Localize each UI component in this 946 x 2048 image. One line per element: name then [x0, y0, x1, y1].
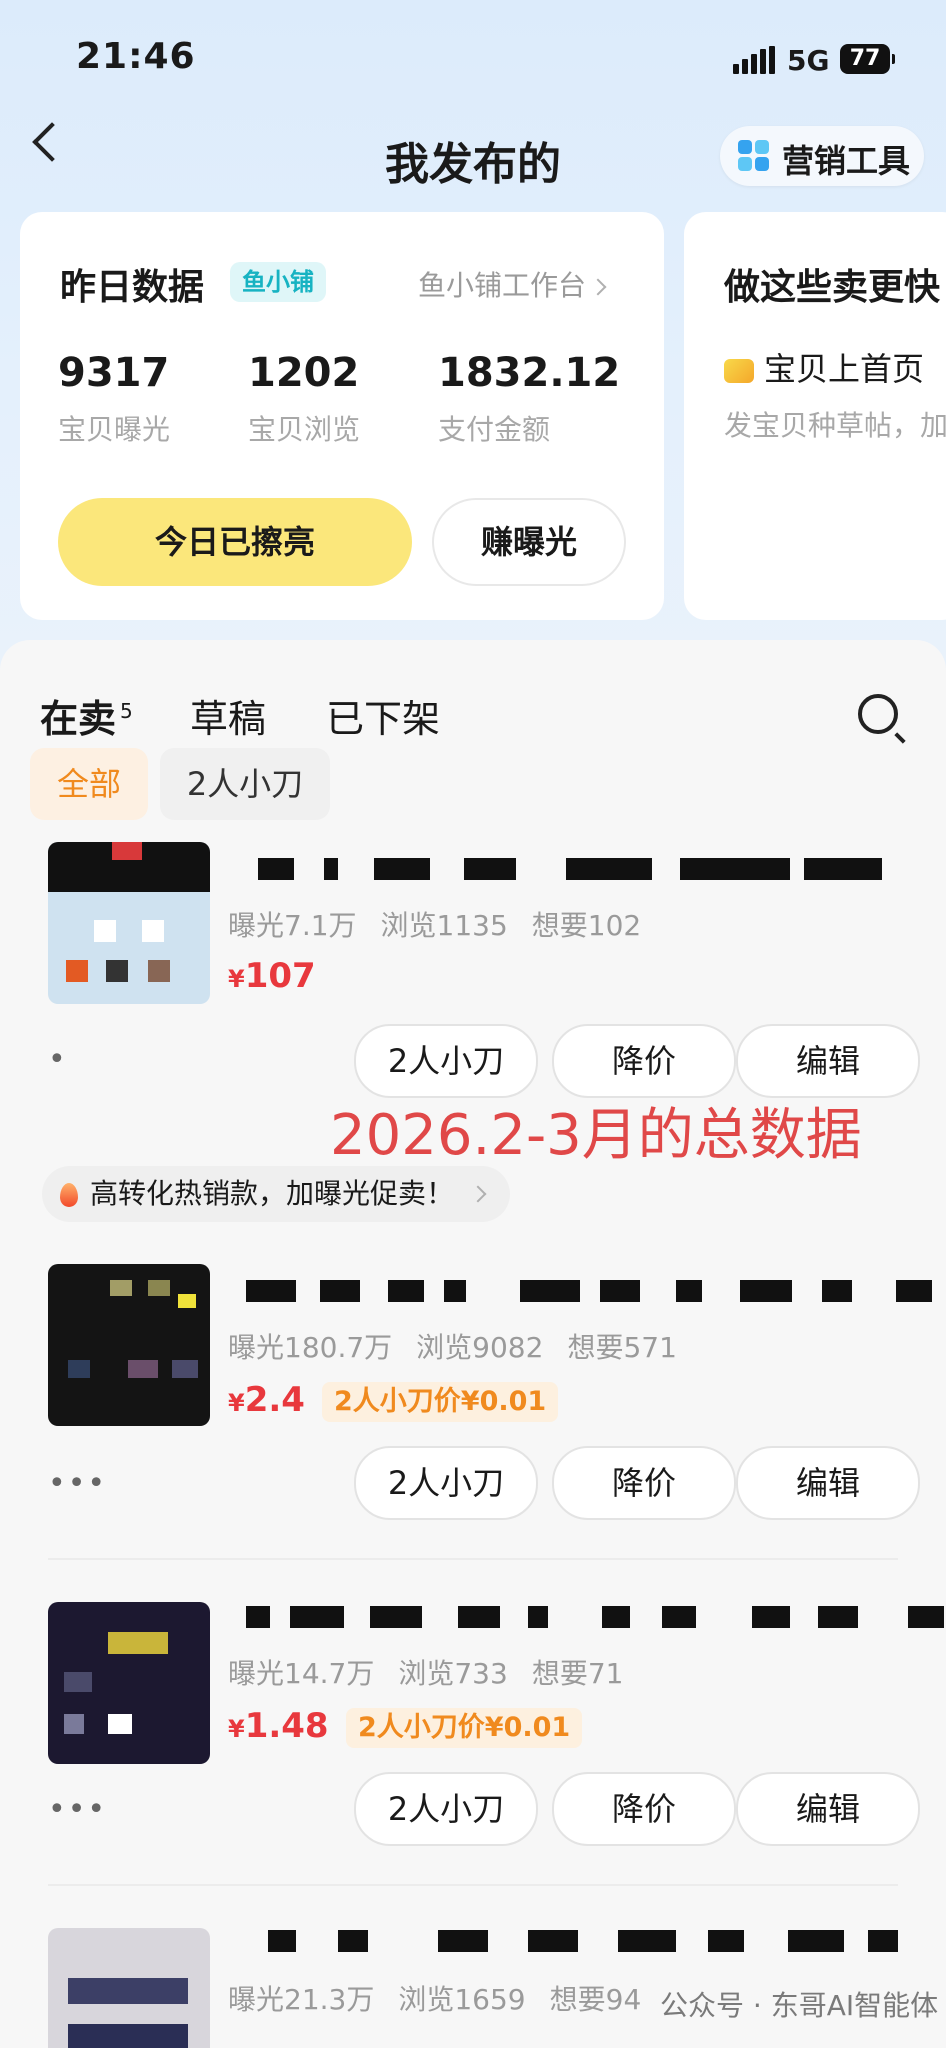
battery-icon: 77 [840, 44, 895, 74]
metric-exposure: 曝光21.3万 [228, 1983, 375, 2016]
lower-price-button[interactable]: 降价 [552, 1446, 736, 1520]
lower-price-button[interactable]: 降价 [552, 1772, 736, 1846]
status-time: 21:46 [76, 36, 196, 77]
price-value: 1.48 [244, 1706, 329, 1746]
chevron-right-icon [469, 1185, 487, 1203]
marketing-tools-label: 营销工具 [782, 142, 911, 180]
metric-wants: 想要71 [531, 1657, 624, 1690]
price-currency: ¥ [228, 965, 245, 993]
network-type: 5G [787, 44, 830, 77]
promo-item: 宝贝上首页 [724, 344, 924, 390]
shop-badge: 鱼小铺 [230, 262, 326, 302]
metric-exposure: 曝光14.7万 [228, 1657, 375, 1690]
yesterday-stats-card: 昨日数据 鱼小铺 鱼小铺工作台 9317 宝贝曝光 1202 宝贝浏览 1832… [20, 212, 664, 620]
more-options-icon[interactable]: • [48, 1042, 68, 1077]
metric-views: 浏览9082 [416, 1331, 544, 1364]
trending-icon [724, 359, 754, 383]
filter-knife[interactable]: 2人小刀 [160, 748, 330, 820]
price-currency: ¥ [228, 1715, 245, 1743]
knife-button[interactable]: 2人小刀 [354, 1446, 538, 1520]
product-thumbnail[interactable] [48, 1928, 210, 2048]
product-thumbnail[interactable] [48, 842, 210, 1004]
tab-selling-label: 在卖 [40, 697, 117, 741]
edit-button[interactable]: 编辑 [736, 1446, 920, 1520]
filter-all[interactable]: 全部 [30, 748, 148, 820]
item-divider [48, 1558, 898, 1560]
stat-payment-value: 1832.12 [438, 350, 621, 396]
product-thumbnail[interactable] [48, 1602, 210, 1764]
price-currency: ¥ [228, 1389, 245, 1417]
polish-today-button[interactable]: 今日已擦亮 [58, 498, 412, 586]
stat-views-value: 1202 [248, 350, 360, 396]
tab-selling[interactable]: 在卖 5 [40, 688, 133, 743]
lower-price-button[interactable]: 降价 [552, 1024, 736, 1098]
metric-wants: 想要571 [567, 1331, 677, 1364]
promo-card[interactable]: 做这些卖更快 宝贝上首页 发宝贝种草帖，加 [684, 212, 946, 620]
product-metrics: 曝光7.1万 浏览1135 想要102 [228, 904, 665, 944]
earn-exposure-button[interactable]: 赚曝光 [432, 498, 626, 586]
workbench-link[interactable]: 鱼小铺工作台 [418, 264, 607, 304]
price-value: 107 [244, 956, 316, 996]
overlay-annotation: 2026.2-3月的总数据 [330, 1103, 862, 1168]
stat-exposure-value: 9317 [58, 350, 170, 396]
promo-item-label: 宝贝上首页 [764, 350, 925, 388]
price-value: 2.4 [244, 1380, 305, 1420]
workbench-link-label: 鱼小铺工作台 [418, 269, 587, 302]
edit-button[interactable]: 编辑 [736, 1024, 920, 1098]
marketing-tools-button[interactable]: 营销工具 [720, 126, 924, 186]
edit-button[interactable]: 编辑 [736, 1772, 920, 1846]
product-price: ¥2.4 [228, 1380, 305, 1420]
metric-wants: 想要102 [531, 909, 642, 942]
product-metrics: 曝光180.7万 浏览9082 想要571 [228, 1326, 701, 1366]
metric-views: 浏览1659 [398, 1983, 526, 2016]
chevron-right-icon [589, 278, 607, 296]
search-icon[interactable] [858, 694, 898, 734]
stats-card-title: 昨日数据 [60, 267, 205, 308]
promo-title: 做这些卖更快 [724, 267, 941, 308]
metric-exposure: 曝光180.7万 [228, 1331, 393, 1364]
signal-icon [733, 46, 775, 74]
product-thumbnail[interactable] [48, 1264, 210, 1426]
hot-selling-tip[interactable]: 高转化热销款，加曝光促卖！ [42, 1166, 511, 1222]
tab-drafts[interactable]: 草稿 [190, 688, 266, 743]
more-options-icon[interactable]: ••• [48, 1792, 107, 1827]
more-options-icon[interactable]: ••• [48, 1466, 107, 1501]
product-price: ¥1.48 [228, 1706, 329, 1746]
metric-views: 浏览1135 [380, 909, 508, 942]
hot-tip-label: 高转化热销款，加曝光促卖！ [90, 1177, 455, 1210]
watermark: 公众号 · 东哥AI智能体 [654, 1982, 945, 2026]
product-metrics: 曝光21.3万 浏览1659 想要94 [228, 1978, 665, 2018]
knife-deal-badge: 2人小刀价¥0.01 [322, 1382, 559, 1422]
tab-delisted[interactable]: 已下架 [326, 688, 440, 743]
metric-exposure: 曝光7.1万 [228, 909, 357, 942]
product-price: ¥107 [228, 956, 316, 996]
product-metrics: 曝光14.7万 浏览733 想要71 [228, 1652, 647, 1692]
promo-subtitle: 发宝贝种草帖，加 [724, 409, 946, 442]
stat-views-label: 宝贝浏览 [248, 413, 361, 446]
metric-views: 浏览733 [398, 1657, 508, 1690]
stat-exposure-label: 宝贝曝光 [58, 413, 171, 446]
apps-grid-icon [738, 140, 770, 172]
knife-button[interactable]: 2人小刀 [354, 1024, 538, 1098]
metric-wants: 想要94 [549, 1983, 642, 2016]
item-divider [48, 1884, 898, 1886]
flame-icon [60, 1183, 78, 1207]
knife-deal-badge: 2人小刀价¥0.01 [346, 1708, 583, 1748]
tab-selling-count: 5 [120, 699, 133, 724]
stat-payment-label: 支付金额 [438, 413, 551, 446]
knife-button[interactable]: 2人小刀 [354, 1772, 538, 1846]
